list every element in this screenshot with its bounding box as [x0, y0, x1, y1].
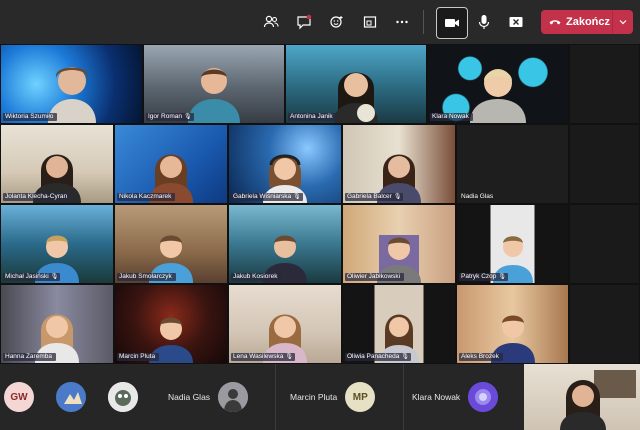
video-tile[interactable]: Lena Wasilewska 🎙: [228, 284, 342, 364]
avatar[interactable]: [108, 382, 138, 412]
toolbar-divider: [423, 10, 424, 34]
phone-hangup-icon: [549, 20, 561, 25]
participant-name: Klara Nowak: [412, 392, 461, 402]
video-tile[interactable]: Igor Roman 🎙: [143, 44, 285, 124]
video-tile[interactable]: Marcin Pluta: [114, 284, 228, 364]
self-view-tile[interactable]: [524, 364, 640, 430]
tile-name: Hanna Zaremba: [3, 353, 56, 361]
tile-name: Nikola Kaczmarek: [117, 193, 176, 201]
people-icon[interactable]: [257, 8, 285, 36]
video-tile[interactable]: Klara Nowak: [427, 44, 569, 124]
video-tile[interactable]: Jakub Smołarczyk: [114, 204, 228, 284]
strip-participant[interactable]: Klara Nowak: [404, 364, 524, 430]
video-grid: Wiktoria Szumiło Igor Roman 🎙 Antonina Ja…: [0, 44, 640, 364]
avatar: [218, 382, 249, 412]
meeting-toolbar: Zakończ: [0, 0, 640, 44]
strip-avatars: GW: [0, 364, 158, 430]
video-tile[interactable]: Gabriela Wiśniarska 🎙: [228, 124, 342, 204]
strip-participant[interactable]: Marcin Pluta MP: [276, 364, 404, 430]
video-tile[interactable]: Gabriela Balcer 🎙: [342, 124, 456, 204]
video-tile[interactable]: Wiktoria Szumiło: [0, 44, 143, 124]
video-tile[interactable]: Michał Jasiński 🎙: [0, 204, 114, 284]
tile-name: Wiktoria Szumiło: [3, 113, 58, 121]
tile-name: Michał Jasiński 🎙: [3, 273, 61, 281]
end-call-button[interactable]: Zakończ: [541, 10, 633, 34]
reactions-icon[interactable]: [323, 8, 351, 36]
video-tile[interactable]: Patryk Czop 🎙: [456, 204, 569, 284]
tile-name: Igor Roman 🎙: [146, 113, 194, 121]
tile-name: Patryk Czop 🎙: [459, 273, 509, 281]
strip-participant[interactable]: Nadia Glas: [158, 364, 276, 430]
video-tile[interactable]: Nikola Kaczmarek: [114, 124, 228, 204]
tile-name: Jolanta Klecha-Cyran: [3, 193, 72, 201]
avatar: MP: [345, 382, 376, 412]
participant-name: Nadia Glas: [168, 392, 211, 402]
video-tile[interactable]: Antonina Janik: [285, 44, 427, 124]
tile-name: Gabriela Wiśniarska 🎙: [231, 193, 303, 201]
chat-icon[interactable]: [290, 8, 318, 36]
end-call-label: Zakończ: [566, 16, 611, 28]
tile-name: Nadia Glas: [461, 193, 494, 200]
video-tile[interactable]: Hanna Zaremba: [0, 284, 114, 364]
tile-name: Gabriela Balcer 🎙: [345, 193, 404, 201]
more-icon[interactable]: [388, 8, 416, 36]
self-view-person: [560, 380, 606, 430]
tile-name: Jakub Kosiorek: [231, 273, 282, 281]
mic-icon[interactable]: [470, 8, 498, 36]
video-tile[interactable]: Oliwia Panacheda 🎙: [342, 284, 456, 364]
participant-name: Marcin Pluta: [290, 392, 338, 402]
tile-name: Klara Nowak: [430, 113, 473, 121]
share-icon[interactable]: [356, 8, 384, 36]
tile-name: Antonina Janik: [288, 113, 337, 121]
video-tile[interactable]: Jolanta Klecha-Cyran: [0, 124, 114, 204]
tile-name: Aleks Brożek: [459, 353, 503, 361]
tile-name: Jakub Smołarczyk: [117, 273, 176, 281]
avatar[interactable]: GW: [4, 382, 34, 412]
video-tile[interactable]: Oliwier Jabłkowski: [342, 204, 456, 284]
empty-tile: [569, 124, 640, 204]
video-tile[interactable]: Aleks Brożek: [456, 284, 569, 364]
empty-tile: [569, 44, 640, 124]
avatar[interactable]: [56, 382, 86, 412]
video-tile[interactable]: Jakub Kosiorek: [228, 204, 342, 284]
participant-strip: GW Nadia Glas Marcin Pluta MP Klara Nowa…: [0, 364, 640, 430]
empty-tile: [569, 204, 640, 284]
tile-name: Marcin Pluta: [117, 353, 160, 361]
tile-name: Oliwier Jabłkowski: [345, 273, 405, 281]
camera-icon[interactable]: [436, 7, 468, 39]
tile-name: Lena Wasilewska 🎙: [231, 353, 295, 361]
chevron-down-icon[interactable]: [613, 19, 633, 25]
close-share-icon[interactable]: [502, 8, 530, 36]
tile-name: Oliwia Panacheda 🎙: [345, 353, 412, 361]
empty-tile: [569, 284, 640, 364]
video-tile[interactable]: Nadia Glas: [456, 124, 569, 204]
avatar: [468, 382, 499, 412]
